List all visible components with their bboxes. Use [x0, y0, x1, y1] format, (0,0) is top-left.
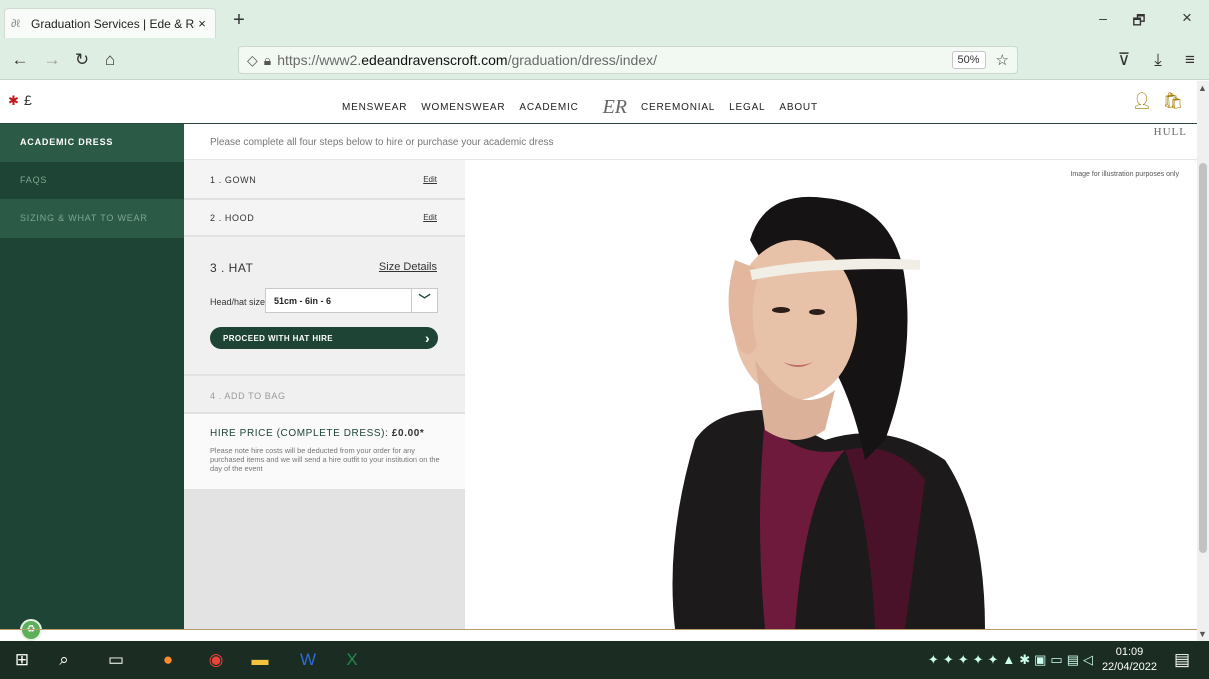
- lock-icon[interactable]: 🔒︎: [264, 52, 271, 69]
- firefox-icon[interactable]: ●: [156, 650, 180, 670]
- clock-time: 01:09: [1115, 646, 1144, 658]
- file-explorer-icon[interactable]: ▬: [248, 650, 272, 670]
- proceed-label: PROCEED WITH HAT HIRE: [223, 334, 334, 343]
- currency-selector[interactable]: £: [24, 92, 32, 108]
- chevron-right-icon: ›: [424, 330, 430, 346]
- forward-arrow-icon[interactable]: →: [40, 48, 64, 72]
- word-icon[interactable]: W: [296, 650, 320, 670]
- minimize-button[interactable]: –: [1088, 10, 1118, 26]
- header-icons: 👤︎ 🛍︎: [1132, 91, 1183, 111]
- hire-price-amount: £0.00*: [391, 428, 425, 439]
- hire-price-heading: HIRE PRICE (COMPLETE DRESS): £0.00*: [210, 428, 425, 439]
- shopping-bag-icon[interactable]: 🛍︎: [1163, 93, 1183, 110]
- size-details-link[interactable]: Size Details: [379, 261, 437, 273]
- product-image-area: Image for illustration purposes only: [465, 160, 1197, 629]
- browser-nav-bar: ← → ↻ ⌂ ◇ 🔒︎ https://www2.edeandravenscr…: [0, 40, 1209, 80]
- step-gown-label: 1 . GOWN: [210, 175, 257, 185]
- os-taskbar: ⊞ ⌕ ▭ ● ◉ ▬ W X ✦✦✦✦✦▲✱▣▭▤◁ 01:09 22/04/…: [0, 641, 1209, 679]
- zoom-level[interactable]: 50%: [951, 51, 986, 69]
- browser-tab[interactable]: ∂ℓ Graduation Services | Ede & Rav ×: [4, 8, 216, 38]
- maximize-button[interactable]: 🗗: [1124, 10, 1154, 34]
- sidebar-item-sizing[interactable]: SIZING & WHAT TO WEAR: [0, 200, 184, 238]
- download-icon[interactable]: ⤓: [1146, 48, 1170, 72]
- tab-title: Graduation Services | Ede & Rav: [31, 16, 195, 31]
- address-bar[interactable]: ◇ 🔒︎ https://www2.edeandravenscroft.com/…: [238, 46, 1018, 74]
- hire-price-note: Please note hire costs will be deducted …: [210, 446, 440, 473]
- menu-hamburger-icon[interactable]: ≡: [1178, 48, 1202, 72]
- new-tab-button[interactable]: +: [228, 10, 250, 32]
- menu-menswear[interactable]: MENSWEAR: [342, 102, 407, 113]
- chrome-icon[interactable]: ◉: [204, 650, 228, 670]
- tab-close-icon[interactable]: ×: [195, 16, 209, 31]
- intro-text: Please complete all four steps below to …: [184, 124, 1197, 160]
- system-tray-icons[interactable]: ✦✦✦✦✦▲✱▣▭▤◁: [928, 652, 1097, 668]
- step-bag-label: 4 . ADD TO BAG: [210, 391, 286, 401]
- scroll-up-icon[interactable]: ▲: [1198, 83, 1207, 93]
- steps-panel: 1 . GOWN Edit 2 . HOOD Edit 3 . HAT Size…: [184, 160, 465, 629]
- step-add-to-bag[interactable]: 4 . ADD TO BAG: [184, 376, 465, 413]
- step-hat-label: 3 . HAT: [210, 261, 254, 275]
- home-icon[interactable]: ⌂: [98, 48, 122, 72]
- excel-icon[interactable]: X: [340, 650, 364, 670]
- account-icon[interactable]: 👤︎: [1132, 93, 1152, 110]
- menu-academic[interactable]: ACADEMIC: [519, 102, 578, 113]
- main-menu: MENSWEAR WOMENSWEAR ACADEMIC ER CEREMONI…: [342, 96, 832, 119]
- menu-womenswear[interactable]: WOMENSWEAR: [421, 102, 505, 113]
- menu-legal[interactable]: LEGAL: [729, 102, 765, 113]
- windows-start-icon[interactable]: ⊞: [10, 650, 34, 670]
- hire-price-box: HIRE PRICE (COMPLETE DRESS): £0.00* Plea…: [184, 414, 465, 490]
- step-hood-label: 2 . HOOD: [210, 213, 255, 223]
- bookmark-star-icon[interactable]: ☆: [996, 51, 1009, 69]
- close-window-button[interactable]: ×: [1172, 8, 1202, 28]
- step-gown[interactable]: 1 . GOWN Edit: [184, 160, 465, 199]
- content-bottom-divider: [0, 629, 1197, 630]
- hat-size-value: 51cm - 6in - 6: [274, 296, 332, 306]
- scrollbar-thumb[interactable]: [1199, 163, 1207, 553]
- system-clock[interactable]: 01:09 22/04/2022: [1102, 645, 1157, 675]
- menu-ceremonial[interactable]: CEREMONIAL: [641, 102, 715, 113]
- pocket-icon[interactable]: ⊽: [1112, 48, 1136, 72]
- chevron-down-icon[interactable]: ﹀: [411, 289, 437, 312]
- sidebar-item-academic-dress[interactable]: ACADEMIC DRESS: [0, 124, 184, 162]
- institution-logo: HULL: [1153, 126, 1187, 138]
- proceed-hat-hire-button[interactable]: PROCEED WITH HAT HIRE ›: [210, 327, 438, 349]
- task-view-icon[interactable]: ▭: [104, 650, 128, 670]
- browser-tab-bar: ∂ℓ Graduation Services | Ede & Rav × + –…: [0, 0, 1209, 40]
- notifications-icon[interactable]: ▤: [1170, 650, 1194, 670]
- edit-gown-link[interactable]: Edit: [423, 175, 437, 184]
- clock-date: 22/04/2022: [1101, 661, 1157, 673]
- step-hat: 3 . HAT Size Details Head/hat size 51cm …: [184, 237, 465, 375]
- reload-icon[interactable]: ↻: [70, 48, 94, 72]
- site-logo[interactable]: ER: [603, 96, 627, 119]
- edit-hood-link[interactable]: Edit: [423, 213, 437, 222]
- sidebar-item-faqs[interactable]: FAQS: [0, 162, 184, 200]
- back-arrow-icon[interactable]: ←: [8, 48, 32, 72]
- hat-size-select[interactable]: 51cm - 6in - 6 ﹀: [265, 288, 438, 313]
- model-photo: [672, 196, 985, 629]
- hat-size-label: Head/hat size: [210, 297, 266, 307]
- step-hood[interactable]: 2 . HOOD Edit: [184, 200, 465, 236]
- scroll-down-icon[interactable]: ▼: [1198, 629, 1207, 639]
- uk-flag-icon[interactable]: ✱: [8, 93, 19, 109]
- sidebar: ACADEMIC DRESS FAQS SIZING & WHAT TO WEA…: [0, 124, 184, 629]
- url-text[interactable]: https://www2.edeandravenscroft.com/gradu…: [277, 52, 951, 68]
- page-scrollbar[interactable]: ▲ ▼: [1197, 81, 1209, 641]
- eco-badge-icon[interactable]: ♻: [20, 619, 42, 641]
- menu-about[interactable]: ABOUT: [779, 102, 817, 113]
- search-icon[interactable]: ⌕: [52, 650, 76, 670]
- site-header: ✱ £ MENSWEAR WOMENSWEAR ACADEMIC ER CERE…: [0, 81, 1197, 124]
- shield-icon[interactable]: ◇: [247, 52, 258, 69]
- site-favicon-icon: ∂ℓ: [11, 17, 20, 30]
